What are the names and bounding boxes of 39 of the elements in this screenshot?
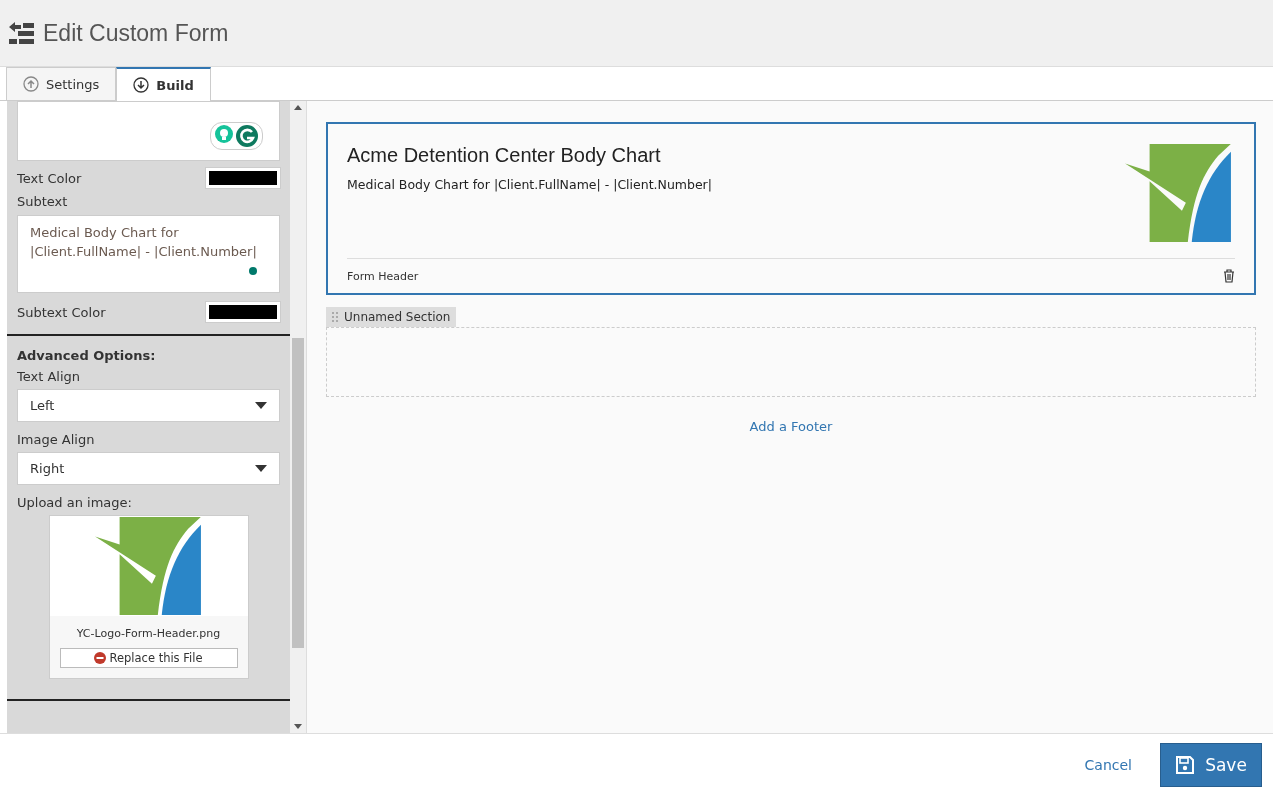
field-label: Subtext <box>17 194 69 209</box>
file-name: YC-Logo-Form-Header.png <box>75 627 222 640</box>
trash-icon[interactable] <box>1223 269 1235 283</box>
scrollbar[interactable] <box>290 101 306 733</box>
arrow-down-circle-icon <box>133 77 150 93</box>
remove-icon <box>94 652 107 664</box>
arrow-up-circle-icon <box>23 76 39 92</box>
field-label: Subtext Color <box>17 304 106 320</box>
add-footer-link[interactable]: Add a Footer <box>326 419 1256 434</box>
page-title: Edit Custom Form <box>43 19 229 47</box>
replace-file-button[interactable]: Replace this File <box>59 648 238 668</box>
dropdown[interactable]: Right <box>17 452 280 485</box>
scroll-down-icon[interactable] <box>294 724 302 729</box>
tab[interactable]: Build <box>116 67 211 101</box>
caret-icon <box>255 402 267 409</box>
scroll-up-icon[interactable] <box>294 105 302 110</box>
form-header-card[interactable]: Acme Detention Center Body Chart Medical Body Chart for |Client.FullName| - |Client.Number| Form Header <box>326 122 1256 295</box>
dropdown[interactable]: Left <box>17 389 280 422</box>
status-dot-icon <box>249 267 257 275</box>
cancel-link[interactable]: Cancel <box>1084 757 1132 773</box>
subtext-field[interactable]: Medical Body Chart for |Client.FullName| - |Client.Number| <box>17 215 280 293</box>
field-label: Text Align <box>17 369 82 384</box>
drag-handle-icon[interactable] <box>332 311 338 323</box>
form-title: Acme Detention Center Body Chart <box>347 144 662 167</box>
tab[interactable]: Settings <box>6 67 117 100</box>
color-swatch[interactable] <box>206 168 280 188</box>
color-swatch[interactable] <box>206 302 280 322</box>
form-builder-icon <box>9 21 35 45</box>
caret-icon <box>255 465 267 472</box>
field-label: Upload an image: <box>17 495 133 510</box>
save-button[interactable]: Save <box>1160 743 1262 787</box>
section-name: Unnamed Section <box>344 310 451 324</box>
field-label: Text Color <box>17 170 82 186</box>
form-subtitle: Medical Body Chart for |Client.FullName| - |Client.Number| <box>347 177 712 192</box>
grammar-assistant-icon[interactable] <box>210 122 263 150</box>
section-heading: Advanced Options: <box>17 348 157 363</box>
field-label: Image Align <box>17 432 96 447</box>
section-tag[interactable]: Unnamed Section <box>326 307 457 327</box>
block-label: Form Header <box>347 269 419 283</box>
